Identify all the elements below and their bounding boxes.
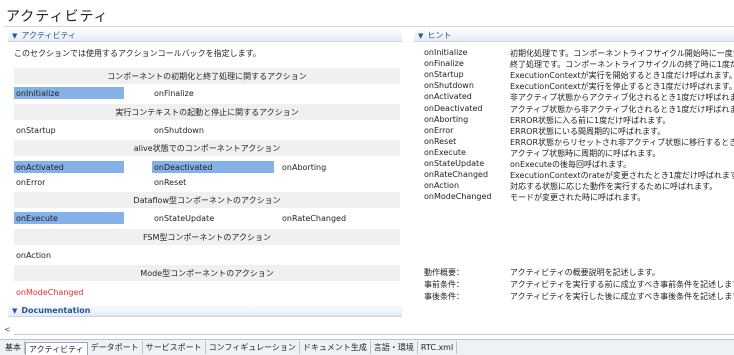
scroll-left-arrow-icon[interactable]: < — [4, 325, 11, 334]
action-oninitialize[interactable]: onInitialize — [14, 87, 124, 99]
hint-name: onAction — [424, 181, 460, 191]
tab-3[interactable]: サービスポート — [143, 341, 206, 354]
collapse-triangle-icon[interactable]: ▼ — [12, 32, 17, 40]
hint-text: ERROR状態からリセットされ非アクティブ状態に移行するときに1度だけ — [510, 137, 734, 147]
action-onratechanged[interactable]: onRateChanged — [280, 212, 346, 224]
action-onreset[interactable]: onReset — [152, 176, 186, 188]
hint-extra-text: アクティビティの概要説明を記述します。 — [510, 268, 660, 277]
hint-extra-name: 事後条件： — [424, 292, 464, 301]
hint-text: onExecuteの後毎回呼ばれます。 — [510, 160, 632, 169]
action-onaction[interactable]: onAction — [14, 249, 51, 261]
activity-section-label: アクティビティ — [21, 31, 77, 40]
action-onstartup[interactable]: onStartup — [14, 124, 56, 136]
action-onstateupdate[interactable]: onStateUpdate — [152, 212, 214, 224]
tab-1[interactable]: アクティビティ — [25, 342, 88, 355]
horizontal-scrollbar[interactable]: < — [0, 325, 734, 337]
hint-name: onActivated — [424, 92, 472, 102]
tab-4[interactable]: コンフィギュレーション — [206, 341, 300, 354]
group-mode: Mode型コンポーネントのアクション — [14, 265, 400, 281]
hint-extra-name: 動作概要： — [424, 268, 464, 277]
tab-5[interactable]: ドキュメント生成 — [300, 341, 371, 354]
hint-text: ExecutionContextのrateが変更されたとき1度だけ呼ばれます。 — [510, 171, 734, 181]
page-title: アクティビティ — [6, 9, 109, 25]
hint-text: ExecutionContextが実行を停止するとき1度だけ呼ばれます。 — [510, 82, 734, 92]
hint-text: ExecutionContextが実行を開始するとき1度だけ呼ばれます。 — [510, 71, 734, 81]
editor-tab-bar: 基本 アクティビティ データポート サービスポート コンフィギュレーション ドキュメント生… — [0, 339, 734, 355]
action-onerror[interactable]: onError — [14, 176, 45, 188]
group-init-finalize: コンポーネントの初期化と終了処理に関するアクション — [14, 68, 400, 84]
hint-text: アクティブ状態から非アクティブ化されるとき1度だけ呼ばれます。 — [510, 104, 734, 114]
documentation-section-header[interactable]: ▼ Documentation — [8, 305, 402, 317]
collapse-triangle-icon[interactable]: ▼ — [418, 32, 423, 40]
scroll-track[interactable] — [14, 334, 734, 335]
hint-extra-text: アクティビティを実行する前に成立すべき事前条件を記述します。 — [510, 280, 734, 289]
collapse-triangle-icon[interactable]: ▼ — [12, 307, 17, 315]
documentation-section-label: Documentation — [21, 306, 91, 315]
hint-text: 非アクティブ状態からアクティブ化されるとき1度だけ呼ばれます。 — [510, 93, 734, 103]
hint-section-header[interactable]: ▼ ヒント — [414, 30, 734, 42]
hint-text: 終了処理です。コンポーネントライフサイクルの終了時に1度だけ呼ばれ — [510, 60, 734, 70]
action-onactivated[interactable]: onActivated — [14, 161, 124, 173]
hint-extra-text: アクティビティを実行した後に成立すべき事後条件を記述します。 — [510, 292, 734, 301]
hint-name: onFinalize — [424, 59, 464, 69]
action-onfinalize[interactable]: onFinalize — [152, 87, 194, 99]
section-description: このセクションでは使用するアクションコールバックを指定します。 — [14, 49, 261, 58]
action-onexecute[interactable]: onExecute — [14, 212, 124, 224]
hint-name: onShutdown — [424, 81, 474, 91]
hint-text: モードが変更された時に呼ばれます。 — [510, 193, 646, 203]
hint-name: onStateUpdate — [424, 159, 485, 168]
hint-text: 初期化処理です。コンポーネントライフサイクル開始時に一度だけ呼ば — [510, 49, 734, 58]
action-ondeactivated[interactable]: onDeactivated — [152, 161, 274, 173]
hint-text: アクティブ状態時に周期的に呼ばれます。 — [510, 148, 661, 158]
tab-0[interactable]: 基本 — [2, 341, 25, 354]
tab-6[interactable]: 言語・環境 — [371, 341, 418, 354]
tab-7[interactable]: RTC.xml — [418, 341, 458, 354]
hint-name: onInitialize — [424, 48, 468, 57]
title-divider — [4, 26, 734, 27]
tab-2[interactable]: データポート — [88, 341, 143, 354]
action-onaborting[interactable]: onAborting — [280, 161, 326, 173]
hint-name: onReset — [424, 136, 457, 146]
hint-text: ERROR状態にいる間周期的に呼ばれます。 — [510, 126, 666, 136]
action-onshutdown[interactable]: onShutdown — [152, 124, 204, 136]
hint-extra-name: 事前条件： — [424, 280, 464, 289]
hint-name: onError — [424, 125, 454, 135]
hint-text: 対応する状態に応じた動作を実行するために呼ばれます。 — [510, 182, 718, 192]
hint-name: onStartup — [424, 70, 464, 80]
hint-name: onModeChanged — [424, 192, 492, 202]
hint-name: onExecute — [424, 147, 466, 157]
hint-name: onDeactivated — [424, 103, 483, 113]
group-dataflow: Dataflow型コンポーネントのアクション — [14, 192, 400, 208]
activity-section-header[interactable]: ▼ アクティビティ — [8, 30, 402, 42]
hint-section-label: ヒント — [427, 31, 452, 40]
hint-text: ERROR状態に入る前に1度だけ呼ばれます。 — [510, 115, 671, 125]
action-onmodechanged[interactable]: onModeChanged — [14, 286, 83, 298]
hint-name: onAborting — [424, 114, 469, 124]
group-exec-context: 実行コンテキストの起動と停止に関するアクション — [14, 104, 400, 120]
group-fsm: FSM型コンポーネントのアクション — [14, 229, 400, 245]
group-alive: alive状態でのコンポーネントアクション — [14, 140, 400, 156]
hint-name: onRateChanged — [424, 170, 489, 180]
